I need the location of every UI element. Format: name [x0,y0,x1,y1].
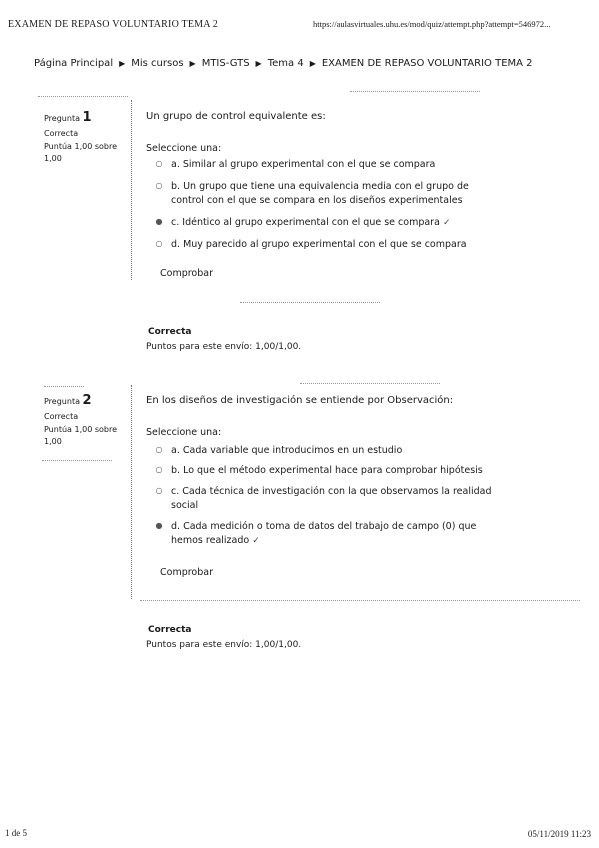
divider [38,96,128,97]
question-2-info: Pregunta 2 Correcta Puntúa 1,00 sobre 1,… [44,391,132,448]
question-grade: Puntúa 1,00 sobre [44,141,118,151]
select-prompt: Seleccione una: [146,143,222,154]
answer-option[interactable]: ● c. Idéntico al grupo experimental con … [147,216,492,230]
question-2-text: En los diseños de investigación se entie… [146,395,454,406]
breadcrumb-quiz-link[interactable]: EXAMEN DE REPASO VOLUNTARIO TEMA 2 [322,58,533,69]
radio-button[interactable]: ● [147,520,171,548]
divider [44,386,84,387]
answer-text: c. Cada técnica de investigación con la … [171,486,492,511]
radio-button[interactable]: ○ [147,158,171,172]
question-1-text: Un grupo de control equivalente es: [146,111,326,122]
divider [300,383,440,384]
breadcrumb-course-link[interactable]: MTIS-GTS [202,58,250,69]
select-prompt: Seleccione una: [146,427,222,438]
radio-button[interactable]: ○ [147,485,171,513]
breadcrumb: Página Principal ▶ Mis cursos ▶ MTIS-GTS… [34,58,533,69]
breadcrumb-separator-icon: ▶ [309,59,316,68]
question-state: Correcta [44,129,79,139]
answer-option[interactable]: ○ c. Cada técnica de investigación con l… [147,485,512,513]
answer-option[interactable]: ● d. Cada medición o toma de datos del t… [147,520,502,548]
feedback-title: Correcta [148,327,192,337]
radio-button[interactable]: ● [147,216,171,230]
breadcrumb-home-link[interactable]: Página Principal [34,58,113,69]
question-grade-value: 1,00 [44,153,62,163]
answer-option[interactable]: ○ a. Cada variable que introducimos en u… [147,444,497,458]
answer-text: b. Lo que el método experimental hace pa… [171,465,483,476]
breadcrumb-separator-icon: ▶ [119,59,126,68]
divider [350,91,480,92]
correct-check-icon: ✓ [442,218,451,228]
answer-text: a. Similar al grupo experimental con el … [171,159,436,170]
question-number: 1 [82,110,92,125]
feedback-points: Puntos para este envío: 1,00/1,00. [146,342,302,352]
question-label: Pregunta [44,397,80,406]
answer-text: d. Cada medición o toma de datos del tra… [171,521,477,546]
radio-button[interactable]: ○ [147,464,171,478]
document-title: EXAMEN DE REPASO VOLUNTARIO TEMA 2 [8,19,218,30]
question-number: 2 [82,393,92,408]
answer-option[interactable]: ○ a. Similar al grupo experimental con e… [147,158,477,172]
breadcrumb-separator-icon: ▶ [189,59,196,68]
feedback-points: Puntos para este envío: 1,00/1,00. [146,640,302,650]
page-url: https://aulasvirtuales.uhu.es/mod/quiz/a… [313,19,551,29]
answer-option[interactable]: ○ b. Lo que el método experimental hace … [147,464,517,478]
radio-button[interactable]: ○ [147,444,171,458]
check-button[interactable]: Comprobar [160,268,213,279]
question-grade: Puntúa 1,00 sobre [44,424,118,434]
divider [140,600,580,601]
feedback-title: Correcta [148,625,192,635]
divider [42,460,112,461]
question-grade-value: 1,00 [44,436,62,446]
answer-option[interactable]: ○ d. Muy parecido al grupo experimental … [147,238,492,252]
page-counter: 1 de 5 [5,828,27,838]
answer-text: b. Un grupo que tiene una equivalencia m… [171,181,469,206]
question-label: Pregunta [44,114,80,123]
check-button[interactable]: Comprobar [160,567,213,578]
answer-text: d. Muy parecido al grupo experimental co… [171,239,467,250]
answer-text: c. Idéntico al grupo experimental con el… [171,217,440,228]
breadcrumb-topic-link[interactable]: Tema 4 [268,58,304,69]
question-state: Correcta [44,412,79,422]
answer-option[interactable]: ○ b. Un grupo que tiene una equivalencia… [147,180,492,208]
question-1-info: Pregunta 1 Correcta Puntúa 1,00 sobre 1,… [44,108,132,165]
answer-text: a. Cada variable que introducimos en un … [171,445,403,456]
breadcrumb-my-courses-link[interactable]: Mis cursos [131,58,183,69]
radio-button[interactable]: ○ [147,238,171,252]
print-datetime: 05/11/2019 11:23 [527,829,591,839]
radio-button[interactable]: ○ [147,180,171,208]
breadcrumb-separator-icon: ▶ [255,59,262,68]
correct-check-icon: ✓ [252,535,260,546]
divider [240,302,380,303]
